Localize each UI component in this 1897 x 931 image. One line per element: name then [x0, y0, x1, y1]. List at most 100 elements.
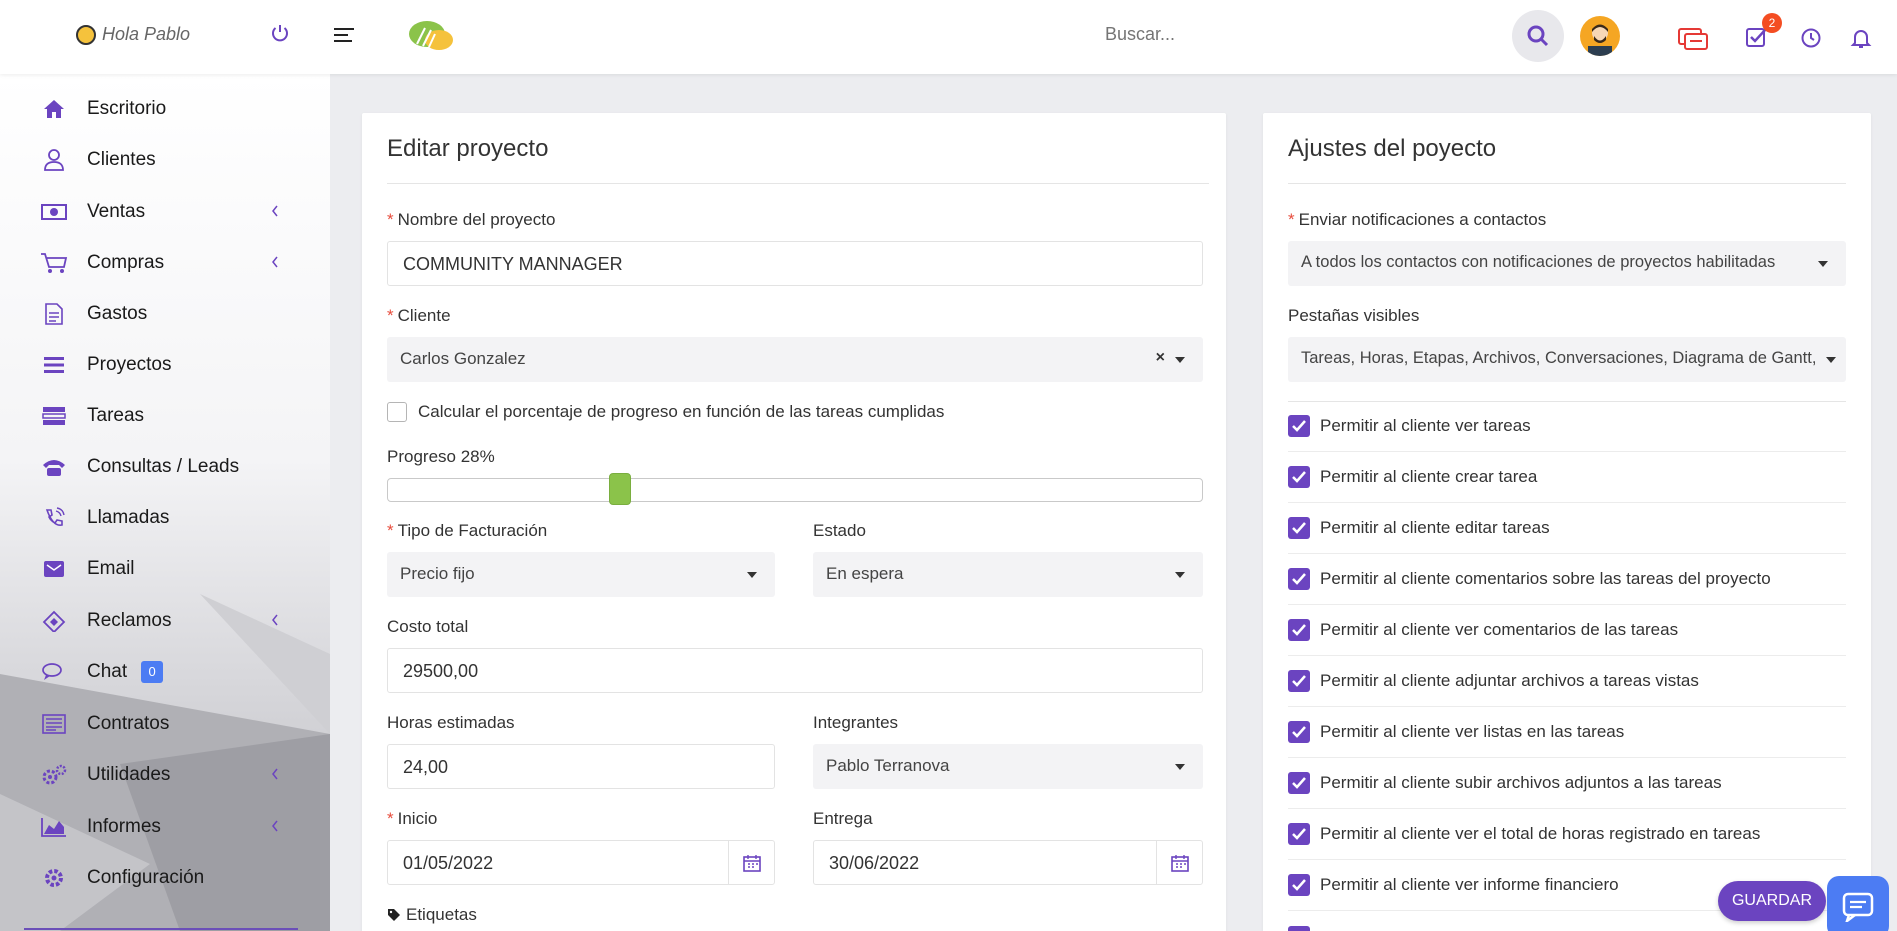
sidebar-item-label: Llamadas	[87, 507, 170, 528]
menu-toggle-icon[interactable]	[334, 28, 354, 46]
project-name-input[interactable]: COMMUNITY MANNAGER	[387, 241, 1203, 286]
chevron-left-icon	[272, 768, 278, 780]
sidebar-item-label: Chat	[87, 661, 128, 682]
total-cost-input[interactable]: 29500,00	[387, 648, 1203, 693]
chat-widget-button[interactable]	[1827, 876, 1889, 931]
sidebar-item-consultas-leads[interactable]: Consultas / Leads	[40, 447, 300, 487]
sidebar-item-label: Email	[87, 558, 135, 579]
greeting-text: Hola Pablo	[102, 24, 191, 44]
sidebar-item-label: Configuración	[87, 867, 205, 888]
envelope-icon	[44, 561, 64, 577]
permission-edit-tasks[interactable]: Permitir al cliente editar tareas	[1288, 503, 1846, 554]
progress-slider[interactable]	[387, 478, 1203, 502]
visible-tabs-label: Pestañas visibles	[1288, 306, 1420, 325]
sidebar-item-chat[interactable]: Chat 0	[40, 652, 300, 692]
calendar-icon	[1170, 854, 1189, 872]
sidebar-item-escritorio[interactable]: Escritorio	[40, 89, 300, 129]
total-cost-label: Costo total	[387, 617, 469, 636]
permission-comment-tasks[interactable]: Permitir al cliente comentarios sobre la…	[1288, 554, 1846, 605]
permission-view-comments[interactable]: Permitir al cliente ver comentarios de l…	[1288, 605, 1846, 656]
chevron-left-icon	[272, 205, 278, 217]
clock-icon[interactable]	[1800, 27, 1822, 49]
power-icon[interactable]	[270, 23, 290, 43]
sidebar-item-compras[interactable]: Compras	[40, 243, 300, 283]
search-button[interactable]	[1512, 10, 1564, 62]
caret-down-icon	[1826, 357, 1836, 363]
chat-bubbles-icon[interactable]	[1677, 25, 1709, 53]
checked-checkbox-icon[interactable]	[1288, 823, 1310, 845]
phone-volume-icon	[45, 507, 65, 526]
sidebar-item-reclamos[interactable]: Reclamos	[40, 601, 300, 641]
checked-checkbox-icon[interactable]	[1288, 925, 1310, 931]
sidebar-item-label: Contratos	[87, 713, 170, 734]
sidebar-item-label: Reclamos	[87, 610, 172, 631]
caret-down-icon	[1175, 357, 1185, 363]
permission-view-logged-hours[interactable]: Permitir al cliente ver el total de hora…	[1288, 809, 1846, 860]
progress-slider-handle[interactable]	[609, 473, 632, 505]
sidebar-item-ventas[interactable]: Ventas	[40, 192, 300, 232]
checked-checkbox-icon[interactable]	[1288, 670, 1310, 692]
sidebar-item-label: Informes	[87, 816, 161, 837]
home-icon	[44, 100, 64, 118]
start-date-input[interactable]: 01/05/2022	[387, 840, 775, 885]
save-button[interactable]: GUARDAR	[1718, 881, 1826, 921]
user-avatar[interactable]	[1580, 16, 1620, 56]
checked-checkbox-icon[interactable]	[1288, 619, 1310, 641]
deadline-input[interactable]: 30/06/2022	[813, 840, 1203, 885]
checked-checkbox-icon[interactable]	[1288, 517, 1310, 539]
members-select[interactable]: Pablo Terranova	[813, 744, 1203, 789]
start-date-label: * Inicio	[387, 809, 438, 828]
checked-checkbox-icon[interactable]	[1288, 568, 1310, 590]
client-value: Carlos Gonzalez	[400, 349, 526, 368]
sidebar-item-contratos[interactable]: Contratos	[40, 704, 300, 744]
sidebar-item-informes[interactable]: Informes	[40, 807, 300, 847]
status-select[interactable]: En espera	[813, 552, 1203, 597]
client-select[interactable]: Carlos Gonzalez ×	[387, 337, 1203, 382]
bars-icon	[44, 357, 64, 373]
permission-create-task[interactable]: Permitir al cliente crear tarea	[1288, 452, 1846, 503]
calc-progress-checkbox[interactable]	[387, 402, 407, 422]
deadline-calendar-button[interactable]	[1156, 840, 1202, 885]
clear-icon[interactable]: ×	[1156, 349, 1165, 367]
deadline-label: Entrega	[813, 809, 873, 828]
comments-icon	[42, 663, 62, 680]
cart-icon	[41, 253, 68, 273]
divider	[387, 183, 1209, 184]
estimated-hours-input[interactable]: 24,00	[387, 744, 775, 789]
sidebar-item-label: Gastos	[87, 303, 148, 324]
notify-contacts-select[interactable]: A todos los contactos con notificaciones…	[1288, 241, 1846, 286]
sidebar-item-tareas[interactable]: Tareas	[40, 396, 300, 436]
permission-view-checklists[interactable]: Permitir al cliente ver listas en las ta…	[1288, 707, 1846, 758]
visible-tabs-select[interactable]: Tareas, Horas, Etapas, Archivos, Convers…	[1288, 337, 1846, 382]
sidebar-item-gastos[interactable]: Gastos	[40, 294, 300, 334]
sidebar-item-proyectos[interactable]: Proyectos	[40, 345, 300, 385]
checked-checkbox-icon[interactable]	[1288, 415, 1310, 437]
billing-type-select[interactable]: Precio fijo	[387, 552, 775, 597]
edit-project-title: Editar proyecto	[387, 135, 549, 162]
search-input[interactable]	[1105, 24, 1405, 45]
start-date-calendar-button[interactable]	[728, 840, 774, 885]
tags-label: Etiquetas	[387, 905, 477, 925]
checked-checkbox-icon[interactable]	[1288, 466, 1310, 488]
edit-project-card: Editar proyecto * Nombre del proyecto COM…	[362, 113, 1226, 931]
status-value: En espera	[826, 564, 904, 583]
sidebar-item-label: Compras	[87, 252, 165, 273]
status-label: Estado	[813, 521, 866, 540]
permission-upload-attachments[interactable]: Permitir al cliente subir archivos adjun…	[1288, 758, 1846, 809]
permission-attach-files[interactable]: Permitir al cliente adjuntar archivos a …	[1288, 656, 1846, 707]
sidebar-item-email[interactable]: Email	[40, 549, 300, 589]
contract-icon	[42, 714, 66, 734]
sidebar-item-clientes[interactable]: Clientes	[40, 140, 300, 180]
checked-checkbox-icon[interactable]	[1288, 874, 1310, 896]
estimated-hours-label: Horas estimadas	[387, 713, 515, 732]
chat-icon	[1842, 892, 1874, 922]
checked-checkbox-icon[interactable]	[1288, 772, 1310, 794]
bell-icon[interactable]	[1849, 26, 1873, 50]
sidebar-item-llamadas[interactable]: Llamadas	[40, 498, 300, 538]
sidebar-item-utilidades[interactable]: Utilidades	[40, 755, 300, 795]
sidebar-item-configuracion[interactable]: Configuración	[40, 858, 300, 898]
permission-view-tasks[interactable]: Permitir al cliente ver tareas	[1288, 401, 1846, 452]
money-icon	[41, 204, 67, 220]
checked-checkbox-icon[interactable]	[1288, 721, 1310, 743]
project-settings-title: Ajustes del poyecto	[1288, 135, 1497, 162]
